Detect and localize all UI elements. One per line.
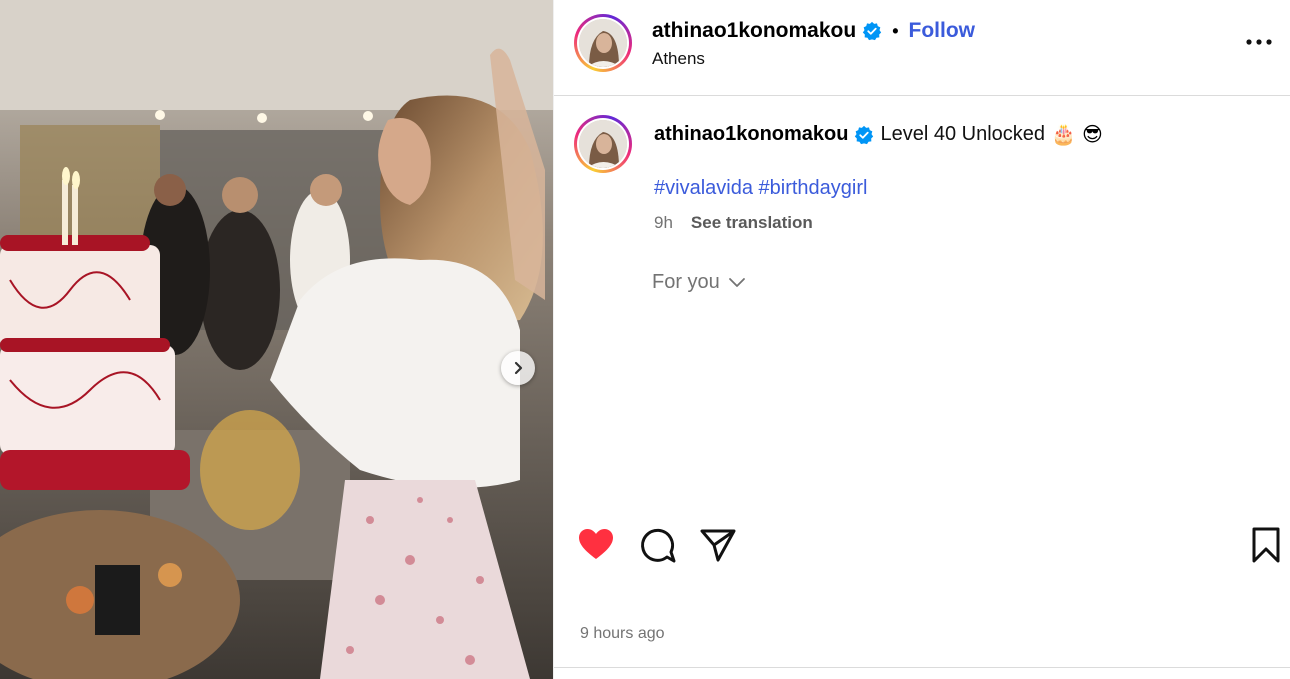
share-button[interactable] [698, 525, 738, 565]
hashtag-link[interactable]: #birthdaygirl [759, 177, 868, 199]
comment-button[interactable] [638, 525, 678, 565]
cake-emoji: 🎂 [1051, 124, 1076, 146]
verified-badge-icon [863, 21, 882, 41]
chevron-right-icon [514, 361, 523, 375]
post-location[interactable]: Athens [652, 49, 705, 69]
caption-text: Level 40 Unlocked [880, 123, 1046, 145]
author-username[interactable]: athinao1konomakou [652, 19, 856, 43]
comment-icon [641, 528, 676, 563]
more-options-icon [1246, 39, 1272, 45]
caption-avatar[interactable] [574, 115, 632, 173]
action-bar [554, 525, 1290, 569]
save-button[interactable] [1246, 525, 1286, 565]
caption-line: athinao1konomakou Level 40 Unlocked 🎂 😎 [654, 122, 1103, 147]
caption-meta: 9h See translation [654, 213, 813, 233]
hashtag-link[interactable]: #vivalavida [654, 177, 753, 199]
share-icon [700, 529, 736, 562]
post-header: athinao1konomakou • Follow Athens [554, 0, 1290, 96]
verified-badge-icon [855, 125, 874, 144]
post-timestamp[interactable]: 9 hours ago [580, 625, 665, 643]
heart-icon [579, 529, 613, 559]
separator-dot: • [892, 20, 899, 41]
post-photo[interactable] [0, 0, 553, 679]
avatar-image [579, 19, 627, 67]
more-options-button[interactable] [1244, 30, 1274, 54]
for-you-label: For you [652, 271, 720, 293]
post-details-panel: athinao1konomakou • Follow Athens athina… [553, 0, 1290, 679]
post-age[interactable]: 9h [654, 213, 673, 233]
follow-button[interactable]: Follow [909, 19, 976, 43]
sunglasses-emoji: 😎 [1081, 124, 1103, 146]
bookmark-icon [1252, 527, 1280, 563]
author-avatar[interactable] [574, 14, 632, 72]
caption-username[interactable]: athinao1konomakou [654, 123, 848, 146]
hashtags: #vivalavida #birthdaygirl [654, 177, 867, 200]
for-you-dropdown[interactable]: For you [652, 271, 746, 294]
next-photo-button[interactable] [501, 351, 535, 385]
avatar-image [579, 120, 627, 168]
header-user-line: athinao1konomakou • Follow [652, 19, 975, 43]
see-translation-button[interactable]: See translation [691, 213, 813, 233]
like-button[interactable] [576, 525, 616, 565]
photo-scene [0, 0, 553, 679]
divider [554, 667, 1290, 668]
chevron-down-icon [728, 277, 745, 287]
